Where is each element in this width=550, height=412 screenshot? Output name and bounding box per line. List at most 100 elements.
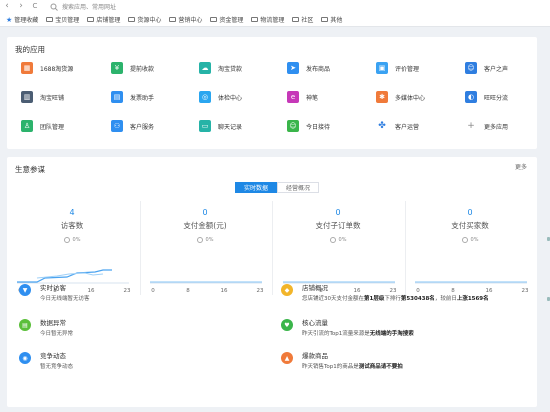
alert-item[interactable]: ▼ 实时访客 今日无线端暂无访客: [19, 282, 90, 302]
alert-text: 您店铺近30天支付金额在: [302, 296, 364, 302]
folder-icon: [46, 17, 54, 22]
app-label: 客户运营: [395, 123, 420, 131]
bookmark-folder[interactable]: 物流管理: [251, 15, 284, 24]
app-item[interactable]: ▤ 发票助手: [111, 91, 154, 103]
bookmark-manage[interactable]: ★ 管理收藏: [6, 15, 38, 25]
bookmark-folder[interactable]: 其他: [321, 15, 342, 24]
app-label: 发票助手: [130, 94, 155, 102]
bookmark-folder[interactable]: 社区: [292, 15, 313, 24]
alert-icon: ◆: [281, 284, 293, 296]
bookmark-label: 其他: [330, 17, 343, 24]
metric-pct: 0%: [72, 237, 81, 243]
app-item[interactable]: ▦ 1688淘货源: [21, 62, 73, 74]
app-label: 发布商品: [306, 65, 331, 73]
metric-value: 0: [467, 208, 473, 217]
metric-card[interactable]: 0 支付金额(元) 0% 0 8 16 23: [140, 201, 270, 295]
alert-highlight: 测试商品请不要拍: [358, 364, 403, 370]
bookmark-folder[interactable]: 货源中心: [128, 15, 161, 24]
reload-icon[interactable]: C: [28, 0, 42, 13]
tab-realtime[interactable]: 实时数据: [235, 182, 277, 193]
app-icon: e: [287, 91, 299, 103]
alert-item[interactable]: ◆ 店铺概况您店铺近30天支付金额在第1层级下排行第530438名，较前日上涨15…: [281, 282, 489, 302]
app-label: 神笔: [306, 94, 319, 102]
bookmark-label: 宝贝管理: [55, 17, 80, 24]
trend-sparkline: 0 8 16 23: [150, 281, 264, 294]
app-item[interactable]: ✤ 客户运营: [376, 120, 419, 132]
divider: [272, 201, 273, 295]
folder-icon: [292, 17, 300, 22]
alert-highlight: 第1层级: [364, 296, 385, 302]
metric-change: 0%: [140, 237, 270, 243]
more-link[interactable]: 更多: [515, 162, 527, 171]
back-icon[interactable]: ‹: [0, 0, 14, 13]
app-item[interactable]: ➤ 发布商品: [287, 62, 330, 74]
help-icon: [329, 237, 336, 243]
app-item[interactable]: ◐ 旺旺分流: [465, 91, 508, 103]
alert-text: 暂无竞争动态: [40, 364, 74, 370]
bookmark-label: 资金管理: [219, 17, 244, 24]
app-icon: ▤: [111, 91, 123, 103]
alert-icon: ▤: [19, 319, 31, 331]
app-label: 团队管理: [40, 123, 65, 131]
app-icon: ☁: [199, 62, 211, 74]
app-item[interactable]: ✱ 多媒体中心: [376, 91, 425, 103]
bookmark-folder[interactable]: 店铺管理: [87, 15, 120, 24]
help-icon: [63, 237, 70, 243]
alert-body: 数据异常 今日暂无异常: [40, 317, 73, 337]
insights-panel: 生意参谋 更多 实时数据 经营概况 4 访客数 0% 0 8 16 23 0 支付金额(元) 0%…: [7, 157, 537, 407]
axis-tick: 23: [257, 288, 264, 294]
browser-toolbar: ‹ › C 搜索应用、常用网址: [0, 0, 550, 13]
folder-icon: [321, 17, 329, 22]
app-item[interactable]: ⚇ 客户服务: [111, 120, 154, 132]
alert-highlight: 第530438名: [400, 296, 435, 302]
app-item[interactable]: ▣ 评价管理: [376, 62, 419, 74]
app-item[interactable]: ☺ 客户之声: [465, 62, 508, 74]
metric-card[interactable]: 0 支付买家数 0% 0 8 16 23: [405, 201, 535, 295]
insights-title: 生意参谋: [15, 165, 45, 174]
alert-title: 爆款商品: [302, 352, 328, 360]
metric-card[interactable]: 4访客数0%081623: [7, 201, 137, 295]
axis-tick: 23: [124, 288, 131, 294]
bookmark-folder[interactable]: 资金管理: [210, 15, 243, 24]
forward-icon[interactable]: ›: [14, 0, 28, 13]
app-item[interactable]: ▭ 聊天记录: [199, 120, 242, 132]
alert-item[interactable]: ♥ 核心流量 昨天引流的Top1流量来源是无线端的手淘搜索: [281, 317, 414, 337]
alert-text: 下排行: [384, 296, 401, 302]
app-label: 淘宝贷款: [218, 65, 243, 73]
app-item[interactable]: e 神笔: [287, 91, 318, 103]
tab-overview[interactable]: 经营概况: [277, 182, 319, 193]
app-label: 提前收款: [130, 65, 155, 73]
app-label: 体检中心: [218, 94, 243, 102]
app-item[interactable]: ¥ 提前收款: [111, 62, 154, 74]
address-bar[interactable]: 搜索应用、常用网址: [50, 2, 116, 11]
metric-card[interactable]: 0支付子订单数0%081623: [273, 201, 403, 295]
alert-desc: 您店铺近30天支付金额在第1层级下排行第530438名，较前日上涨1569名: [302, 294, 489, 302]
bookmark-label: 货源中心: [137, 17, 162, 24]
bookmark-label: 物流管理: [260, 17, 285, 24]
alert-body: 店铺概况您店铺近30天支付金额在第1层级下排行第530438名，较前日上涨156…: [302, 282, 489, 302]
search-icon: [50, 3, 58, 11]
alert-body: 核心流量 昨天引流的Top1流量来源是无线端的手淘搜索: [302, 317, 414, 337]
bookmark-label: 店铺管理: [96, 17, 121, 24]
bookmark-label: 营销中心: [178, 17, 203, 24]
app-icon: ◎: [199, 91, 211, 103]
alert-title: 店铺概况: [302, 284, 328, 292]
app-item[interactable]: + 更多应用: [465, 120, 508, 132]
alert-body: 爆款商品 昨天销售Top1的商品是测试商品请不要拍: [302, 350, 403, 370]
app-item[interactable]: ☁ 淘宝贷款: [199, 62, 242, 74]
app-item[interactable]: ♙ 团队管理: [21, 120, 64, 132]
metric-change: 0%: [405, 237, 535, 243]
bookmark-folder[interactable]: 营销中心: [169, 15, 202, 24]
app-item[interactable]: ◎ 体检中心: [199, 91, 242, 103]
folder-icon: [210, 17, 218, 22]
app-icon: ▭: [199, 120, 211, 132]
app-label: 淘宝旺铺: [40, 94, 65, 102]
alert-item[interactable]: ▲ 爆款商品 昨天销售Top1的商品是测试商品请不要拍: [281, 350, 403, 370]
alert-body: 实时访客 今日无线端暂无访客: [40, 282, 90, 302]
axis-tick: 8: [186, 288, 190, 294]
alert-item[interactable]: ▤ 数据异常 今日暂无异常: [19, 317, 73, 337]
app-item[interactable]: ▥ 淘宝旺铺: [21, 91, 64, 103]
app-item[interactable]: ☺ 今日接待: [287, 120, 330, 132]
bookmark-folder[interactable]: 宝贝管理: [46, 15, 79, 24]
alert-item[interactable]: ◉ 竞争动态 暂无竞争动态: [19, 350, 73, 370]
